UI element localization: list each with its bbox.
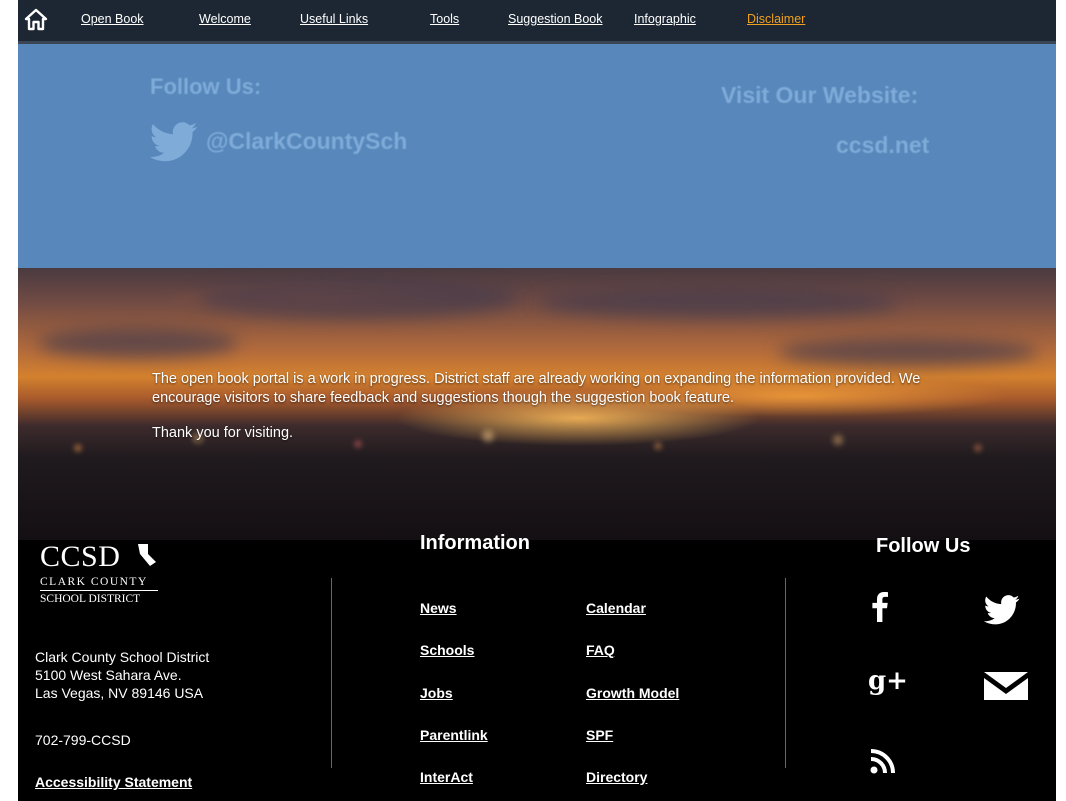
- thank-you-text: Thank you for visiting.: [152, 425, 294, 441]
- nav-tools[interactable]: Tools: [430, 12, 459, 26]
- email-icon[interactable]: [984, 672, 1028, 705]
- ccsd-logo[interactable]: CCSD CLARK COUNTY SCHOOL DISTRICT: [40, 540, 190, 610]
- link-schools[interactable]: Schools: [420, 642, 474, 658]
- link-directory[interactable]: Directory: [586, 769, 647, 785]
- district-phone: 702-799-CCSD: [35, 732, 131, 748]
- top-navigation: Open Book Welcome Useful Links Tools Sug…: [18, 0, 1056, 44]
- address-line: Clark County School District: [35, 649, 210, 665]
- nav-useful-links[interactable]: Useful Links: [300, 12, 368, 26]
- district-address: Clark County School District 5100 West S…: [35, 648, 209, 702]
- logo-main-text: CCSD: [40, 540, 121, 573]
- nav-welcome[interactable]: Welcome: [199, 12, 251, 26]
- website-link[interactable]: ccsd.net: [836, 132, 929, 159]
- logo-line-1: CLARK COUNTY: [40, 576, 148, 588]
- nav-disclaimer[interactable]: Disclaimer: [747, 12, 805, 26]
- link-parentlink[interactable]: Parentlink: [420, 727, 488, 743]
- footer-divider: [785, 578, 786, 768]
- twitter-handle[interactable]: @ClarkCountySch: [206, 128, 407, 155]
- nav-infographic[interactable]: Infographic: [634, 12, 696, 26]
- nav-open-book[interactable]: Open Book: [81, 12, 144, 26]
- disclaimer-paragraph: The open book portal is a work in progre…: [152, 371, 921, 406]
- link-interact[interactable]: InterAct: [420, 769, 473, 785]
- nevada-state-icon: [138, 544, 156, 566]
- logo-line-2: SCHOOL DISTRICT: [40, 593, 141, 605]
- follow-us-heading: Follow Us:: [150, 74, 262, 99]
- accessibility-statement-link[interactable]: Accessibility Statement: [35, 774, 192, 790]
- twitter-icon: [149, 121, 198, 163]
- disclaimer-text: The open book portal is a work in progre…: [152, 370, 952, 459]
- hero-banner: Follow Us: @ClarkCountySch Visit Our Web…: [18, 44, 1056, 268]
- sunset-background-image: The open book portal is a work in progre…: [18, 268, 1056, 540]
- facebook-icon[interactable]: [872, 592, 888, 627]
- footer: CCSD CLARK COUNTY SCHOOL DISTRICT Clark …: [18, 532, 1056, 801]
- visit-website-heading: Visit Our Website:: [721, 82, 919, 108]
- address-line: Las Vegas, NV 89146 USA: [35, 685, 204, 701]
- rss-icon[interactable]: [870, 748, 896, 779]
- link-spf[interactable]: SPF: [586, 727, 613, 743]
- home-icon[interactable]: [24, 8, 48, 32]
- information-heading: Information: [420, 532, 530, 554]
- link-calendar[interactable]: Calendar: [586, 600, 646, 616]
- link-news[interactable]: News: [420, 600, 457, 616]
- twitter-icon[interactable]: [983, 595, 1020, 630]
- link-faq[interactable]: FAQ: [586, 642, 615, 658]
- link-jobs[interactable]: Jobs: [420, 685, 453, 701]
- google-plus-icon[interactable]: g+: [868, 668, 908, 694]
- footer-divider: [331, 578, 332, 768]
- nav-suggestion-book[interactable]: Suggestion Book: [508, 12, 603, 26]
- link-growth-model[interactable]: Growth Model: [586, 685, 679, 701]
- address-line: 5100 West Sahara Ave.: [35, 667, 182, 683]
- follow-us-footer-heading: Follow Us: [876, 535, 971, 557]
